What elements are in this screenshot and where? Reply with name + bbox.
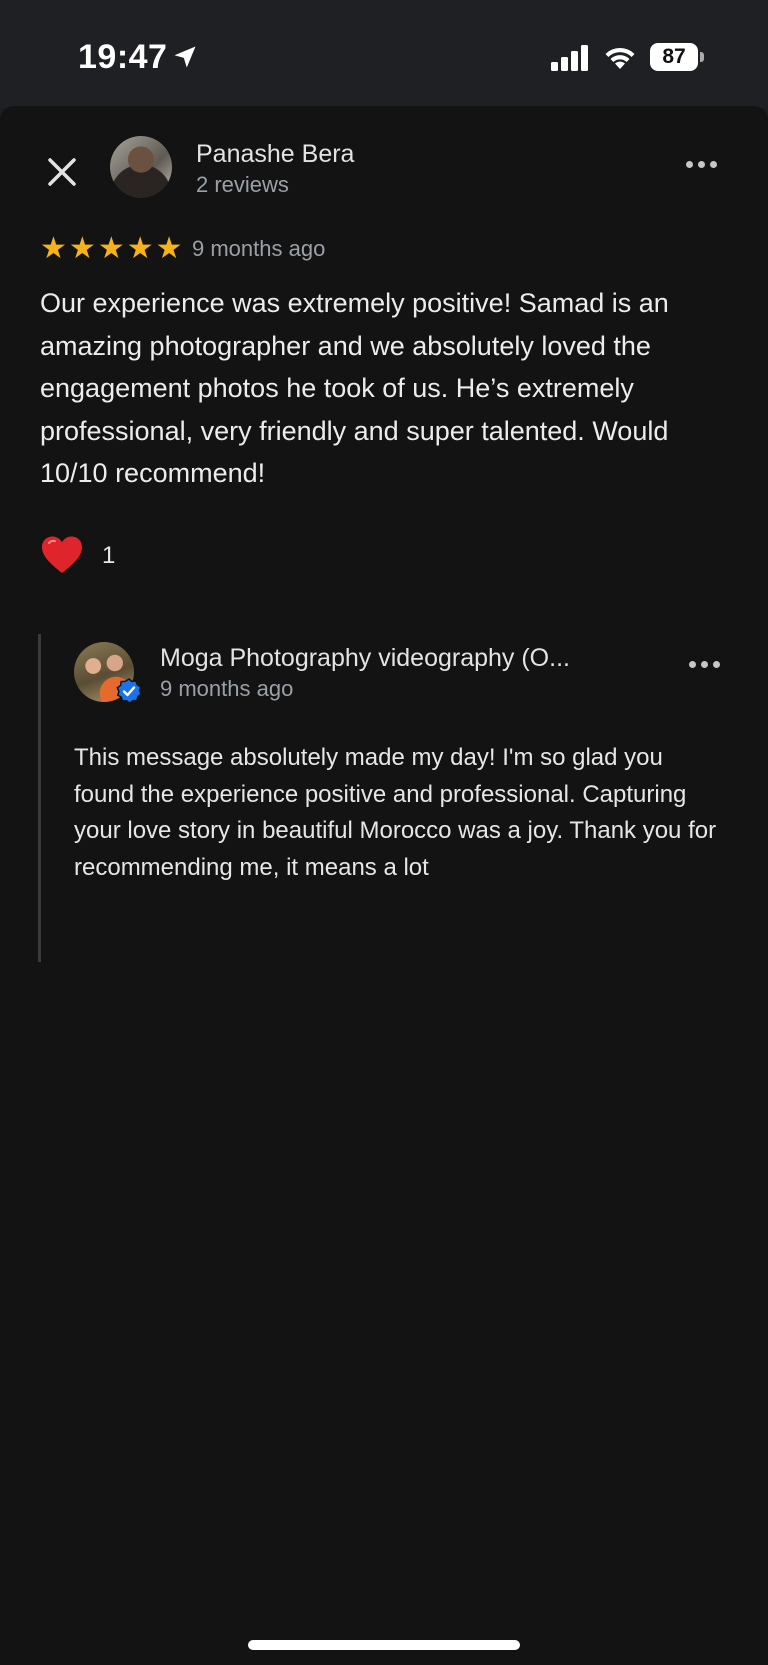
status-time: 19:47: [78, 38, 168, 76]
star-rating: ★ ★ ★ ★ ★: [40, 234, 183, 264]
reviewer-review-count: 2 reviews: [196, 172, 289, 197]
owner-name[interactable]: Moga Photography videography (O...: [160, 644, 670, 673]
battery-icon: 87: [650, 43, 706, 71]
reviewer-name[interactable]: Panashe Bera: [196, 140, 354, 169]
more-dot-icon: [686, 160, 693, 168]
battery-level: 87: [662, 45, 686, 68]
review-text: Our experience was extremely positive! S…: [40, 288, 669, 488]
wifi-icon: [605, 47, 635, 69]
star-icon: ★: [155, 232, 183, 265]
review-date: 9 months ago: [192, 236, 326, 261]
star-icon: ★: [68, 232, 96, 265]
star-icon: ★: [40, 232, 67, 265]
star-icon: ★: [126, 232, 154, 265]
location-arrow-icon: [174, 46, 196, 68]
more-dot-icon: [710, 160, 717, 168]
status-bar: 19:47 87: [0, 0, 768, 108]
home-indicator[interactable]: [248, 1640, 520, 1650]
more-dot-icon: [698, 160, 705, 168]
more-dot-icon: [689, 660, 696, 668]
more-dot-icon: [713, 660, 720, 668]
heart-reaction-button[interactable]: 1: [40, 530, 150, 580]
reply-more-options-button[interactable]: [689, 654, 729, 674]
heart-icon: [42, 536, 82, 573]
reply-divider-bar: [38, 634, 41, 962]
cellular-signal-icon: [551, 45, 588, 71]
verified-badge-icon: [116, 678, 142, 704]
star-icon: ★: [97, 232, 125, 265]
owner-reply: Moga Photography videography (O... 9 mon…: [38, 634, 738, 962]
close-icon[interactable]: [40, 150, 84, 194]
more-dot-icon: [701, 660, 708, 668]
owner-reply-text: This message absolutely made my day! I'm…: [74, 744, 717, 881]
reaction-count: 1: [102, 542, 116, 569]
review-detail-sheet: Panashe Bera 2 reviews ★ ★ ★ ★ ★ 9 months ag…: [0, 106, 768, 1665]
battery-nub: [700, 52, 704, 62]
reviewer-avatar[interactable]: [110, 136, 172, 198]
review-more-options-button[interactable]: [686, 154, 726, 174]
owner-reply-date: 9 months ago: [160, 676, 294, 701]
